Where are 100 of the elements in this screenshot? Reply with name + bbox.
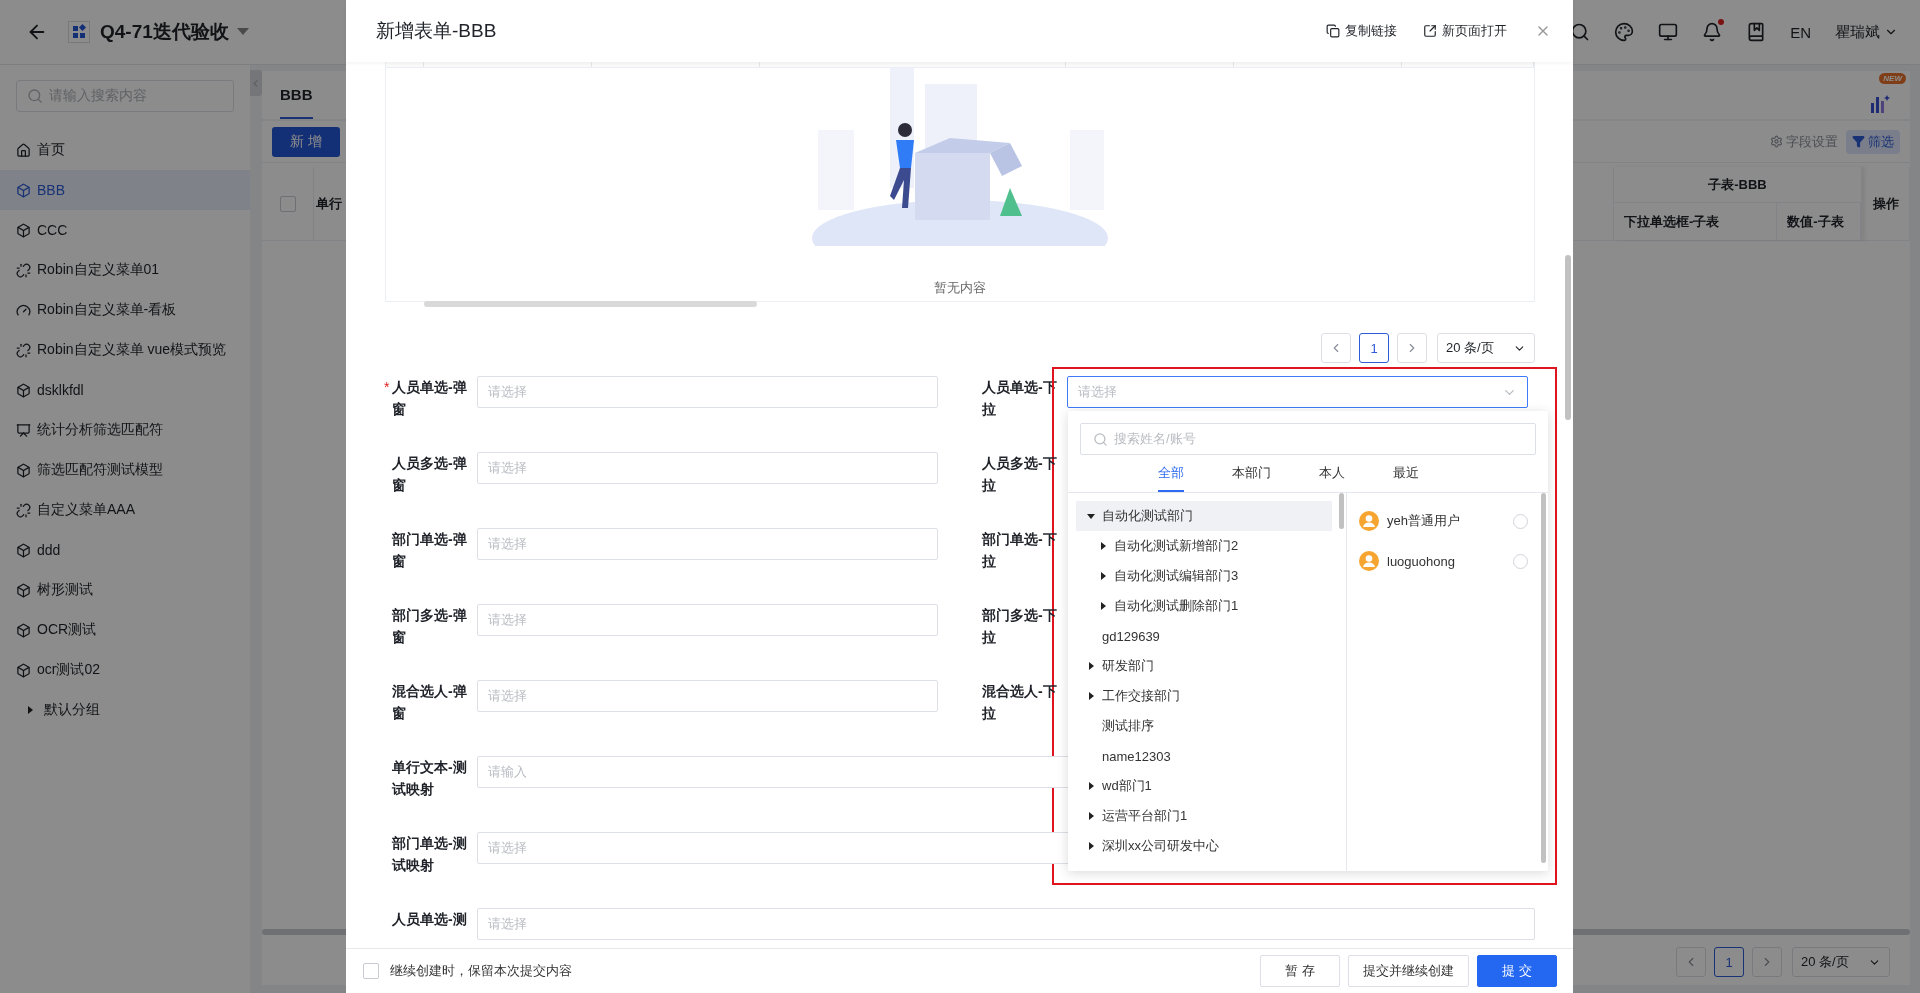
collapse-handle[interactable] — [250, 70, 262, 96]
copy-icon — [1326, 24, 1340, 38]
sidebar-item[interactable]: BBB — [0, 170, 250, 210]
monitor-icon[interactable] — [1658, 22, 1679, 42]
cube-icon — [16, 662, 31, 678]
filter-icon — [1852, 135, 1865, 148]
caret-right-icon[interactable] — [1087, 782, 1095, 790]
submit-button[interactable]: 提 交 — [1477, 955, 1557, 987]
cube-icon — [16, 182, 31, 198]
cube-icon — [16, 222, 31, 238]
sidebar-group[interactable]: 默认分组 — [0, 690, 250, 730]
palette-icon[interactable] — [1614, 22, 1635, 42]
add-button[interactable]: 新 增 — [272, 126, 340, 157]
sidebar-item[interactable]: 树形测试 — [0, 570, 250, 610]
column-header: 子表-BBB — [1614, 167, 1861, 203]
sidebar-item[interactable]: Robin自定义菜单01 — [0, 250, 250, 290]
user-name: yeh普通用户 — [1387, 512, 1460, 530]
sidebar-item[interactable]: ocr测试02 — [0, 650, 250, 690]
required-mark: * — [384, 378, 390, 397]
tree-item[interactable]: gd129639 — [1076, 621, 1332, 651]
open-in-new-page-button[interactable]: 新页面打开 — [1423, 22, 1507, 40]
sidebar-item[interactable]: dsklkfdl — [0, 370, 250, 410]
caret-right-icon[interactable] — [1087, 812, 1095, 820]
user-avatar-icon — [1359, 551, 1379, 571]
tree-item[interactable]: 自动化测试编辑部门3 — [1076, 561, 1332, 591]
tab[interactable]: 本人 — [1318, 455, 1345, 492]
caret-right-icon[interactable] — [1099, 602, 1107, 610]
cube-icon — [16, 622, 31, 638]
broken-link-icon — [16, 342, 31, 358]
page-button[interactable]: 1 — [1714, 947, 1744, 977]
field-label: 人员单选-弹窗 — [392, 379, 467, 417]
tree-item[interactable]: 工作交接部门 — [1076, 681, 1332, 711]
caret-right-icon[interactable] — [1087, 692, 1095, 700]
cube-icon — [16, 542, 31, 558]
search-icon[interactable] — [1570, 22, 1591, 42]
field-label: 部门多选-弹窗 — [392, 607, 467, 645]
tree-item[interactable]: 测试排序 — [1076, 711, 1332, 741]
scrollbar[interactable] — [1541, 493, 1546, 863]
cube-icon — [16, 582, 31, 598]
external-link-icon — [1423, 24, 1437, 38]
scrollbar[interactable] — [1339, 493, 1344, 529]
page-size-select[interactable]: 20 条/页 — [1437, 333, 1535, 363]
scrollbar[interactable] — [424, 301, 757, 307]
tree-item[interactable]: 自动化测试部门 — [1076, 501, 1332, 531]
checkbox[interactable] — [279, 195, 296, 212]
user-menu[interactable]: 瞿瑞斌 — [1835, 22, 1898, 42]
app-logo-icon — [68, 21, 90, 43]
project-title[interactable]: Q4-71迭代验收 — [100, 19, 229, 45]
column-header: 操作 — [1862, 167, 1910, 240]
tree-item[interactable]: 深圳xx公司研发中心 — [1076, 831, 1332, 861]
user-name: luoguohong — [1387, 553, 1455, 569]
field-label: 单行文本-测试映射 — [392, 759, 467, 797]
broken-link-icon — [16, 262, 31, 278]
sidebar-item[interactable]: 首页 — [0, 130, 250, 170]
sidebar-item[interactable]: OCR测试 — [0, 610, 250, 650]
gauge-icon — [16, 302, 31, 318]
caret-right-icon[interactable] — [1099, 572, 1107, 580]
filter-button[interactable]: 筛选 — [1846, 129, 1900, 154]
notification-icon[interactable] — [1702, 22, 1723, 42]
sidebar-item[interactable]: Robin自定义菜单 vue模式预览 — [0, 330, 250, 370]
field-label: 部门单选-弹窗 — [392, 531, 467, 569]
sidebar-item[interactable]: Robin自定义菜单-看板 — [0, 290, 250, 330]
footer-button[interactable]: 提交并继续创建 — [1348, 955, 1469, 987]
checkbox[interactable] — [363, 963, 379, 979]
search-icon — [27, 88, 43, 104]
page-size-select[interactable]: 20 条/页 — [1792, 947, 1890, 977]
modal-title: 新增表单-BBB — [376, 19, 497, 43]
sidebar-item[interactable]: 统计分析筛选匹配符 — [0, 410, 250, 450]
copy-link-button[interactable]: 复制链接 — [1326, 22, 1397, 40]
sidebar-item[interactable]: 自定义菜单AAA — [0, 490, 250, 530]
tab[interactable]: 最近 — [1392, 455, 1419, 492]
tab[interactable]: 全部 — [1157, 455, 1184, 492]
broken-link-icon — [16, 502, 31, 518]
book-icon[interactable] — [1746, 22, 1767, 42]
tree-item[interactable]: 运营平台部门1 — [1076, 801, 1332, 831]
caret-right-icon[interactable] — [1099, 542, 1107, 550]
caret-down-icon[interactable] — [1087, 512, 1095, 520]
presentation-icon — [16, 422, 31, 438]
new-badge: NEW — [1879, 73, 1906, 84]
cube-icon — [16, 382, 31, 398]
page-button[interactable]: 1 — [1359, 333, 1389, 363]
home-icon — [16, 142, 31, 158]
empty-text: 暂无内容 — [934, 279, 986, 297]
checkbox-label: 继续创建时，保留本次提交内容 — [390, 962, 572, 980]
language-link[interactable]: EN — [1790, 23, 1811, 41]
tree-item[interactable]: 自动化测试删除部门1 — [1076, 591, 1332, 621]
tree-item[interactable]: 研发部门 — [1076, 651, 1332, 681]
sidebar-item[interactable]: CCC — [0, 210, 250, 250]
caret-right-icon[interactable] — [1087, 662, 1095, 670]
sidebar-item[interactable]: ddd — [0, 530, 250, 570]
scrollbar[interactable] — [1565, 255, 1571, 420]
footer-button[interactable]: 暂 存 — [1260, 955, 1340, 987]
column-header: 下拉单选框-子表 — [1614, 203, 1778, 240]
column-header: 数值-子表 — [1777, 203, 1861, 240]
tab[interactable]: 本部门 — [1231, 455, 1271, 492]
caret-right-icon[interactable] — [1087, 842, 1095, 850]
tree-item[interactable]: 自动化测试新增部门2 — [1076, 531, 1332, 561]
tab[interactable]: BBB — [280, 71, 313, 119]
sidebar-item[interactable]: 筛选匹配符测试模型 — [0, 450, 250, 490]
field-label: 人员多选-弹窗 — [392, 455, 467, 493]
